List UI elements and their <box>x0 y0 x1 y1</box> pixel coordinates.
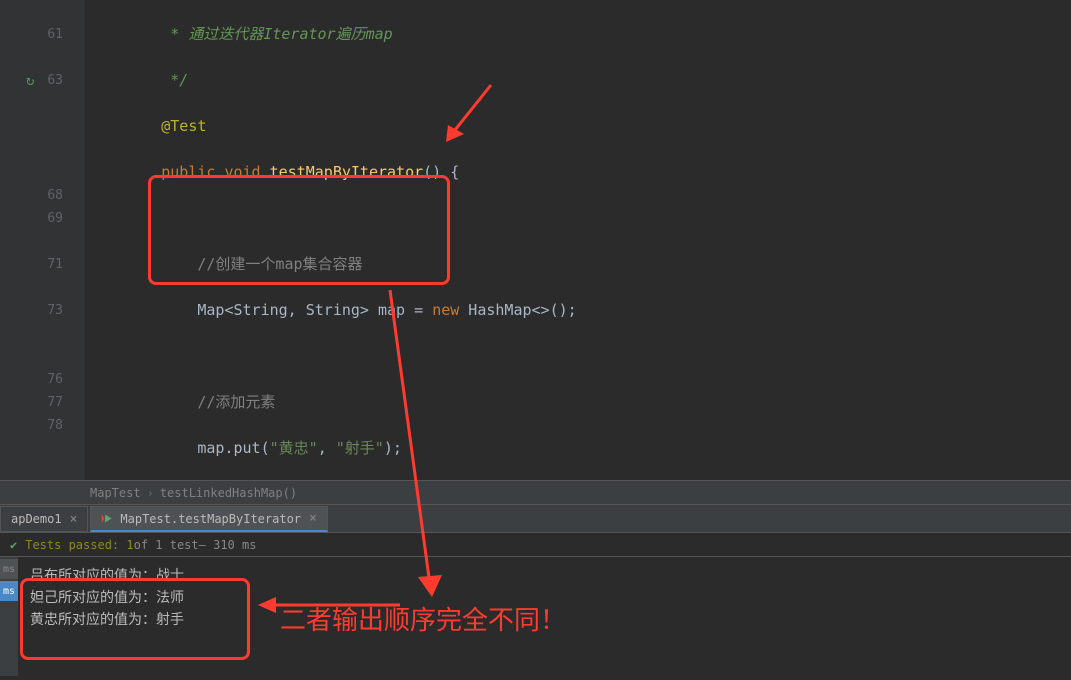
run-icon[interactable]: ↻ <box>26 70 34 93</box>
editor-area: ↻ 61 63 68 69 71 73 76 77 78 * 通过迭代器Iter… <box>0 0 1071 480</box>
code-text: "黄忠" <box>270 439 318 457</box>
test-status-bar: ✔ Tests passed: 1 of 1 test – 310 ms <box>0 532 1071 556</box>
code-text: void <box>224 163 260 181</box>
code-text: map.put( <box>197 439 269 457</box>
line-number <box>0 138 63 161</box>
run-tabs: apDemo1 × MapTest.testMapByIterator × <box>0 504 1071 532</box>
code-text: //创建一个map集合容器 <box>197 255 362 273</box>
line-number <box>0 92 63 115</box>
line-number: 77 <box>0 391 63 414</box>
tab-label: MapTest.testMapByIterator <box>120 512 301 526</box>
tests-passed-label: Tests passed: 1 <box>25 538 133 552</box>
tests-total-label: of 1 test <box>134 538 199 552</box>
breadcrumb: MapTest › testLinkedHashMap() <box>0 480 1071 504</box>
breadcrumb-item[interactable]: testLinkedHashMap() <box>160 486 297 500</box>
tab-apdemo1[interactable]: apDemo1 × <box>0 506 88 532</box>
console-gutter-btn[interactable]: ms <box>0 559 18 579</box>
tests-time-label: – 310 ms <box>199 538 257 552</box>
code-text: new <box>432 301 459 319</box>
code-text: @Test <box>161 117 206 135</box>
console-line: 吕布所对应的值为：战士 <box>30 565 1059 587</box>
console-line: 黄忠所对应的值为：射手 <box>30 609 1059 631</box>
console-output[interactable]: 吕布所对应的值为：战士 妲己所对应的值为：法师 黄忠所对应的值为：射手 <box>18 557 1071 676</box>
code-text: Map<String, String> map = <box>197 301 432 319</box>
console-line: 妲己所对应的值为：法师 <box>30 587 1059 609</box>
code-text: HashMap<>(); <box>459 301 576 319</box>
line-number: 71 <box>0 253 63 276</box>
code-pane[interactable]: * 通过迭代器Iterator遍历map */ @Test public voi… <box>85 0 1071 480</box>
code-text: () { <box>423 163 459 181</box>
line-number <box>0 230 63 253</box>
close-icon[interactable]: × <box>70 512 78 527</box>
console-panel: ms ms 吕布所对应的值为：战士 妲己所对应的值为：法师 黄忠所对应的值为：射… <box>0 556 1071 676</box>
console-gutter-btn[interactable]: ms <box>0 581 18 601</box>
code-text: , <box>318 439 336 457</box>
code-text: * <box>170 25 188 43</box>
line-number <box>0 276 63 299</box>
line-number: 68 <box>0 184 63 207</box>
line-number: 73 <box>0 299 63 322</box>
line-number <box>0 437 63 460</box>
line-number: 78 <box>0 414 63 437</box>
line-number <box>0 115 63 138</box>
line-number: 61 <box>0 23 63 46</box>
line-number <box>0 0 63 23</box>
code-text: testMapByIterator <box>270 163 424 181</box>
line-number <box>0 161 63 184</box>
line-number <box>0 322 63 345</box>
breadcrumb-item[interactable]: MapTest <box>90 486 141 500</box>
code-text: //添加元素 <box>197 393 275 411</box>
close-icon[interactable]: × <box>309 511 317 526</box>
code-text: */ <box>170 71 188 89</box>
code-text: "射手" <box>336 439 384 457</box>
editor-gutter: ↻ 61 63 68 69 71 73 76 77 78 <box>0 0 85 480</box>
run-config-icon <box>101 512 114 525</box>
tab-label: apDemo1 <box>11 512 62 526</box>
check-icon: ✔ <box>10 538 17 552</box>
line-number <box>0 345 63 368</box>
breadcrumb-sep-icon: › <box>147 486 154 500</box>
code-text: ); <box>384 439 402 457</box>
line-number <box>0 46 63 69</box>
console-gutter: ms ms <box>0 557 18 676</box>
tab-maptest-iterator[interactable]: MapTest.testMapByIterator × <box>90 506 327 532</box>
line-number: 76 <box>0 368 63 391</box>
code-text: 通过迭代器Iterator遍历map <box>188 25 392 43</box>
line-number: 69 <box>0 207 63 230</box>
code-text: public <box>161 163 215 181</box>
